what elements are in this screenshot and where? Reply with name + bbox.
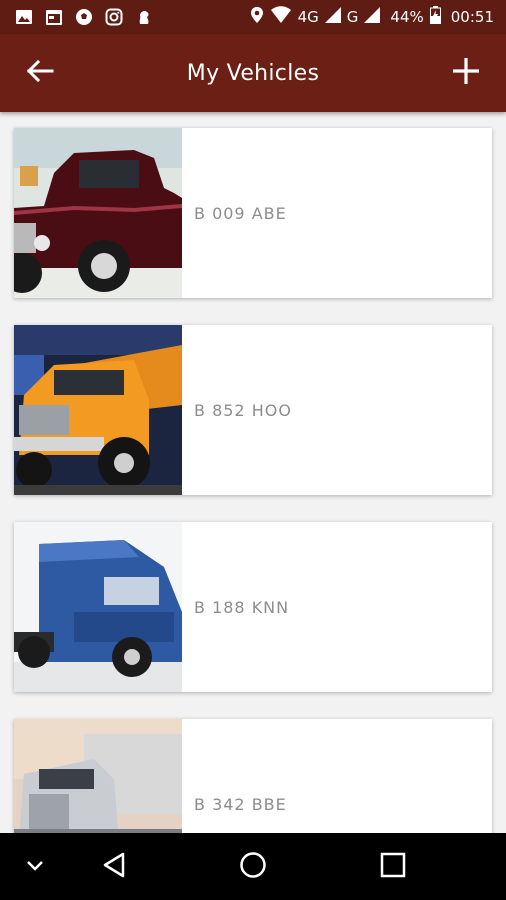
notification-icons — [0, 7, 154, 27]
blue-semi-truck-photo — [14, 522, 182, 692]
network-g-label: G — [346, 8, 359, 26]
home-button[interactable] — [218, 833, 288, 900]
instagram-icon — [104, 7, 124, 27]
add-vehicle-button[interactable] — [426, 34, 506, 112]
battery-percent: 44% — [390, 8, 424, 26]
vehicle-card[interactable]: B 188 KNN — [14, 522, 492, 692]
navigation-bar — [0, 833, 506, 900]
image-icon — [14, 7, 34, 27]
back-button[interactable] — [0, 34, 80, 112]
soccer-ball-icon — [74, 7, 94, 27]
vehicle-plate: B 342 BBE — [194, 794, 287, 814]
location-icon — [250, 6, 264, 28]
collapse-button[interactable] — [0, 833, 70, 900]
status-bar: 4G G 44% 00:51 — [0, 0, 506, 34]
classic-pickup-truck-photo — [14, 128, 182, 298]
app-bar: My Vehicles — [0, 34, 506, 112]
wifi-icon — [270, 6, 292, 28]
calendar-icon — [44, 7, 64, 27]
vehicle-card[interactable]: B 342 BBE — [14, 719, 492, 833]
vehicle-plate: B 009 ABE — [194, 203, 287, 223]
plus-icon — [452, 57, 480, 89]
system-status: 4G G 44% 00:51 — [250, 6, 506, 28]
recents-square-icon — [380, 852, 406, 882]
vehicle-card[interactable]: B 009 ABE — [14, 128, 492, 298]
vehicle-card[interactable]: B 852 HOO — [14, 325, 492, 495]
network-4g-label: 4G — [297, 8, 319, 26]
vehicle-list[interactable]: B 009 ABE B 852 HOO B 188 KNN B 342 BBE — [0, 112, 506, 833]
arrow-left-icon — [26, 59, 54, 87]
page-title: My Vehicles — [186, 60, 320, 86]
vehicle-plate: B 852 HOO — [194, 400, 292, 420]
signal-icon — [324, 7, 341, 27]
white-semi-truck-photo — [14, 719, 182, 833]
recents-button[interactable] — [358, 833, 428, 900]
orange-dump-truck-photo — [14, 325, 182, 495]
premier-league-icon — [134, 7, 154, 27]
clock: 00:51 — [450, 8, 494, 26]
home-circle-icon — [239, 851, 267, 883]
vehicle-plate: B 188 KNN — [194, 597, 290, 617]
signal-icon-2 — [364, 7, 381, 27]
chevron-down-icon — [26, 857, 44, 876]
system-back-button[interactable] — [79, 833, 149, 900]
back-triangle-icon — [102, 852, 126, 882]
battery-charging-icon — [429, 6, 441, 28]
